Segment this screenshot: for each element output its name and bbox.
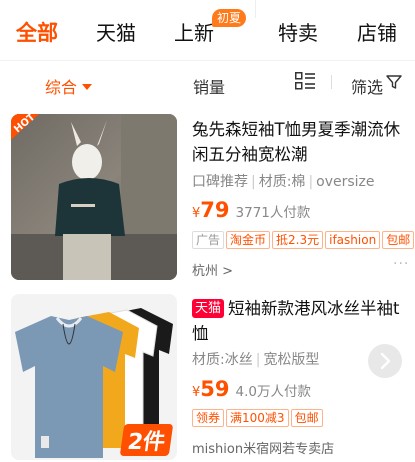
attr-item: 口碑推荐	[192, 174, 248, 190]
promo-tags: 领券 满100减3 包邮	[192, 407, 325, 427]
sort-bar: 综合 销量 筛选	[0, 60, 415, 106]
list-view-toggle-icon[interactable]	[295, 72, 315, 90]
promo-tag: 抵2.3元	[272, 231, 324, 249]
product-card[interactable]: HOT 兔先森短袖T恤男夏季潮流休闲五分袖宽松潮 口碑推荐 | 材质:棉 | overs…	[0, 110, 415, 288]
product-attributes: 材质:冰丝 | 宽松版型	[192, 352, 320, 368]
promo-tags: 广告 淘金币 抵2.3元 ifashion 包邮	[192, 229, 415, 249]
tmall-tag: 天猫	[192, 299, 225, 318]
product-image[interactable]: HOT	[11, 114, 177, 280]
sort-sales-button[interactable]: 销量	[193, 74, 225, 98]
promo-tag: 包邮	[290, 409, 323, 427]
new-arrivals-badge: 初夏	[212, 9, 247, 27]
attr-item: 材质:冰丝	[192, 352, 253, 368]
chevron-right-icon	[380, 352, 391, 370]
product-title[interactable]: 天猫 短袖新款港风冰丝半袖t恤	[192, 296, 404, 346]
product-price: 59	[200, 377, 230, 401]
product-attributes: 口碑推荐 | 材质:棉 | oversize	[192, 174, 375, 190]
product-price: 79	[200, 198, 230, 222]
attr-item: oversize	[316, 174, 375, 190]
attr-item: 宽松版型	[263, 352, 320, 368]
more-options-icon[interactable]: ···	[393, 256, 409, 272]
tab-tmall[interactable]: 天猫	[96, 17, 136, 46]
sort-default-button[interactable]: 综合	[45, 74, 93, 98]
top-tab-bar: 全部 天猫 上新 初夏 特卖 店铺	[0, 0, 415, 60]
product-image[interactable]: 2件	[11, 294, 177, 460]
promo-tag: 满100减3	[226, 409, 289, 427]
filter-label: 筛选	[351, 78, 384, 97]
sold-count: 4.0万人付款	[235, 384, 311, 400]
price-row: ¥79 3771人付款	[192, 198, 310, 222]
sort-default-label: 综合	[45, 78, 78, 97]
sold-count: 3771人付款	[235, 205, 311, 221]
attr-item: 材质:棉	[258, 174, 306, 190]
tab-all[interactable]: 全部	[16, 17, 58, 47]
price-row: ¥59 4.0万人付款	[192, 377, 311, 401]
product-card[interactable]: 2件 天猫 短袖新款港风冰丝半袖t恤 材质:冰丝 | 宽松版型 ¥59 4.0万人付款 …	[0, 290, 415, 462]
sort-separator	[331, 75, 332, 89]
promo-tag: 淘金币	[226, 231, 271, 249]
tab-new-arrivals[interactable]: 上新	[174, 17, 214, 46]
promo-tag: 包邮	[382, 231, 415, 249]
promo-tag: ifashion	[325, 231, 381, 249]
coupon-tag: 领券	[192, 409, 225, 427]
filter-funnel-icon[interactable]	[386, 74, 402, 90]
tab-stores[interactable]: 店铺	[357, 17, 397, 46]
shop-name[interactable]: mishion米宿网若专卖店	[192, 438, 334, 457]
filter-button[interactable]: 筛选	[351, 74, 383, 98]
caret-down-icon	[82, 84, 93, 90]
scroll-next-button[interactable]	[368, 344, 402, 378]
seller-location[interactable]: 杭州 >	[192, 260, 233, 279]
quantity-badge: 2件	[119, 424, 174, 456]
product-title[interactable]: 兔先森短袖T恤男夏季潮流休闲五分袖宽松潮	[192, 117, 404, 167]
tab-sale[interactable]: 特卖	[278, 17, 318, 46]
tab-divider	[255, 0, 256, 18]
ad-tag: 广告	[192, 231, 225, 249]
